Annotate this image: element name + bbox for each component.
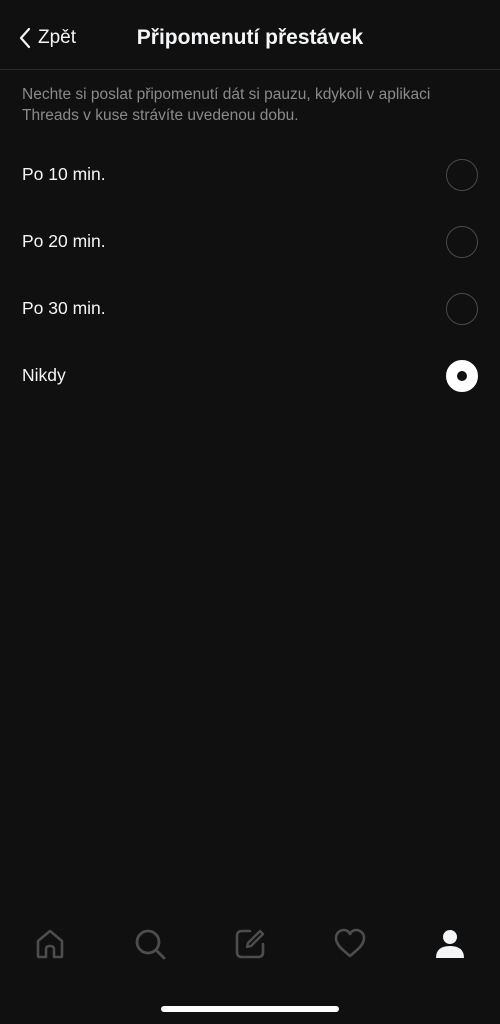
page-title: Připomenutí přestávek (136, 26, 364, 49)
compose-icon (233, 927, 267, 966)
home-indicator (161, 1006, 339, 1012)
option-label: Po 20 min. (22, 231, 106, 251)
option-10-min[interactable]: Po 10 min. (0, 141, 500, 208)
radio-dot (457, 370, 467, 381)
home-icon (33, 927, 67, 966)
option-30-min[interactable]: Po 30 min. (0, 275, 500, 342)
radio-button[interactable] (446, 225, 478, 258)
tab-profile[interactable] (400, 920, 500, 972)
screen: Zpět Připomenutí přestávek Nechte si pos… (0, 0, 500, 1024)
header: Zpět Připomenutí přestávek (0, 0, 500, 70)
tab-search[interactable] (100, 920, 200, 972)
radio-button-selected[interactable] (446, 359, 478, 392)
radio-button[interactable] (446, 158, 478, 191)
option-label: Nikdy (22, 365, 66, 385)
tab-home[interactable] (0, 920, 100, 972)
tab-bar (0, 920, 500, 972)
tab-compose[interactable] (200, 920, 300, 972)
option-20-min[interactable]: Po 20 min. (0, 208, 500, 275)
description-text: Nechte si poslat připomenutí dát si pauz… (22, 86, 431, 124)
profile-icon (433, 927, 467, 966)
option-label: Po 10 min. (22, 164, 106, 184)
option-label: Po 30 min. (22, 298, 106, 318)
search-icon (133, 927, 167, 966)
radio-button[interactable] (446, 292, 478, 325)
heart-icon (333, 927, 367, 966)
options-list: Po 10 min. Po 20 min. Po 30 min. Nikdy (0, 141, 500, 409)
option-never[interactable]: Nikdy (0, 342, 500, 409)
tab-activity[interactable] (300, 920, 400, 972)
